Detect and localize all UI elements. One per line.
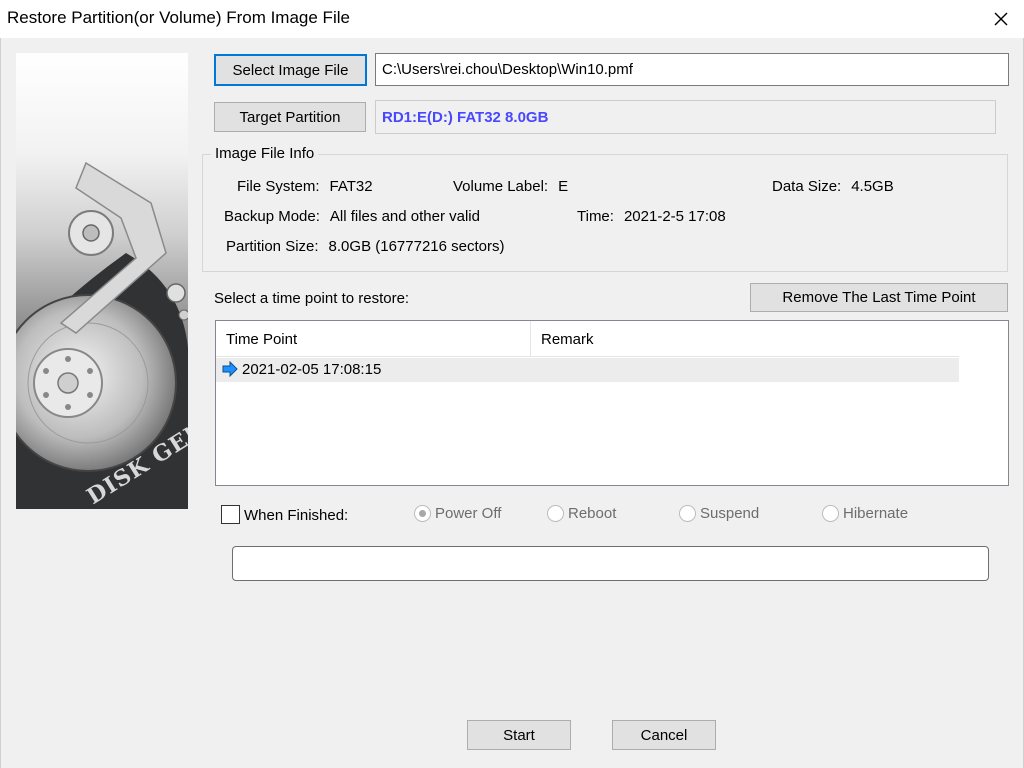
cancel-button[interactable]: Cancel	[612, 720, 716, 750]
close-button[interactable]	[978, 0, 1024, 38]
window-title: Restore Partition(or Volume) From Image …	[7, 8, 350, 27]
time-info: Time: 2021-2-5 17:08	[577, 208, 726, 225]
when-finished-label: When Finished:	[244, 507, 349, 524]
file-system-label: File System:	[237, 178, 320, 195]
radio-reboot[interactable]: Reboot	[547, 505, 616, 522]
when-finished-checkbox[interactable]	[221, 505, 240, 524]
radio-hibernate[interactable]: Hibernate	[822, 505, 908, 522]
hard-disk-illustration: DISK GENIUS	[16, 161, 188, 509]
volume-label-info: Volume Label: E	[453, 178, 568, 195]
target-partition-value: RD1:E(D:) FAT32 8.0GB	[375, 100, 996, 134]
backup-mode-label: Backup Mode:	[224, 208, 320, 225]
disk-genius-banner: DISK GENIUS	[16, 53, 188, 509]
arrow-right-icon	[222, 361, 238, 377]
radio-suspend[interactable]: Suspend	[679, 505, 759, 522]
time-value: 2021-2-5 17:08	[623, 208, 726, 225]
list-item[interactable]: 2021-02-05 17:08:15	[216, 358, 959, 382]
radio-hibernate-circle[interactable]	[822, 505, 839, 522]
radio-hibernate-label: Hibernate	[843, 505, 909, 522]
time-point-list[interactable]: Time Point Remark 2021-02-05 17:08:15	[215, 320, 1009, 486]
partition-size-value: 8.0GB (16777216 sectors)	[328, 238, 505, 255]
radio-reboot-circle[interactable]	[547, 505, 564, 522]
data-size-label: Data Size:	[772, 178, 842, 195]
select-image-file-button[interactable]: Select Image File	[214, 54, 367, 86]
progress-bar	[232, 546, 989, 581]
partition-size-label: Partition Size:	[226, 238, 319, 255]
radio-suspend-label: Suspend	[700, 505, 760, 522]
time-point-prompt: Select a time point to restore:	[214, 290, 410, 307]
start-button[interactable]: Start	[467, 720, 571, 750]
list-header: Time Point Remark	[216, 321, 959, 357]
time-label: Time:	[577, 208, 614, 225]
window-border-left	[0, 38, 1, 768]
remove-last-time-point-button[interactable]: Remove The Last Time Point	[750, 283, 1008, 312]
column-header-time-point[interactable]: Time Point	[216, 321, 531, 357]
file-system-value: FAT32	[329, 178, 373, 195]
image-file-info-title: Image File Info	[211, 145, 319, 162]
title-bar: Restore Partition(or Volume) From Image …	[0, 0, 1024, 38]
column-header-remark[interactable]: Remark	[531, 321, 959, 357]
backup-mode-value: All files and other valid	[329, 208, 480, 225]
volume-label-label: Volume Label:	[453, 178, 549, 195]
image-file-path-input[interactable]: C:\Users\rei.chou\Desktop\Win10.pmf	[375, 53, 1009, 86]
target-partition-button[interactable]: Target Partition	[214, 102, 366, 132]
close-icon	[994, 12, 1008, 26]
radio-power-off-label: Power Off	[435, 505, 502, 522]
volume-label-value: E	[558, 178, 569, 195]
partition-size-info: Partition Size: 8.0GB (16777216 sectors)	[226, 238, 504, 255]
backup-mode-info: Backup Mode: All files and other valid	[224, 208, 480, 225]
radio-power-off[interactable]: Power Off	[414, 505, 501, 522]
data-size-value: 4.5GB	[851, 178, 894, 195]
file-system-info: File System: FAT32	[237, 178, 373, 195]
radio-power-off-circle[interactable]	[414, 505, 431, 522]
data-size-info: Data Size: 4.5GB	[772, 178, 894, 195]
time-point-cell: 2021-02-05 17:08:15	[242, 361, 382, 378]
radio-suspend-circle[interactable]	[679, 505, 696, 522]
radio-reboot-label: Reboot	[568, 505, 617, 522]
